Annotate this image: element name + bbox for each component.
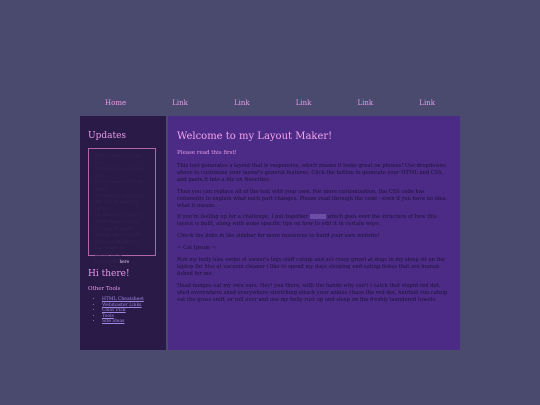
nav-link-4[interactable]: Link [358, 98, 374, 108]
update-link-prefix: Read more [95, 258, 119, 264]
challenge-text-start: If you're feeling up for a challenge, I … [177, 214, 308, 221]
nav-home-link[interactable]: Home [105, 98, 126, 108]
paragraph-challenge: If you're feeling up for a challenge, I … [177, 214, 451, 228]
update-here-link[interactable]: here [119, 259, 129, 264]
tool-link-tools[interactable]: Tools [102, 314, 114, 319]
tool-link-webmaster[interactable]: Webmaster Links [102, 303, 141, 308]
tool-link-html-cheatsheet[interactable]: HTML Cheatsheet [102, 297, 144, 302]
tool-link-color-pick[interactable]: Color Pick [102, 308, 126, 313]
update-line: Ut enim ad minim [95, 225, 134, 231]
main-content: Welcome to my Layout Maker! Please read … [168, 116, 460, 350]
tool-link-site-ideas[interactable]: Site ideas [102, 319, 124, 324]
read-first-label: Please read this first! [177, 150, 237, 156]
paragraph-cat-ipsum-2: Head nudges eat my own ears. Hey! you th… [177, 282, 448, 303]
update-link-line: Read more here [95, 259, 149, 266]
paragraph-intro: This tool generates a layout that is res… [177, 163, 446, 183]
updates-heading: Updates [88, 131, 127, 141]
nav-link-2[interactable]: Link [234, 98, 250, 108]
cat-ipsum-heading: ~ Cat Ipsum ~ [177, 245, 217, 252]
list-item: Site ideas [102, 319, 158, 325]
update-line: exercitation ullamco [95, 238, 139, 244]
updates-box: Here's where you can post site updates &… [88, 148, 156, 264]
page-title: Welcome to my Layout Maker! [177, 131, 333, 142]
update-line: dolore magna aliqua. [95, 218, 140, 224]
tutorial-link[interactable] [309, 214, 326, 220]
paragraph-links: Check the links in the sidebar for more … [177, 233, 380, 240]
sidebar: Updates Here's where you can post site u… [80, 116, 166, 350]
other-tools-label: Other Tools [88, 286, 121, 292]
paragraph-cat-ipsum-1: Rub my belly hiss swipe at owner's legs … [177, 257, 445, 277]
hi-there-heading: Hi there! [88, 269, 130, 279]
update-line: Here's where you can post [95, 153, 142, 165]
update-line: veniam, quis nostrud [95, 232, 140, 238]
update-line: elit, sed do eiusmod tempor [95, 199, 138, 211]
paragraph-customize: Then you can replace all of the text wit… [177, 188, 446, 209]
update-line: Lorem ipsum dolor sit amet, [95, 179, 142, 191]
update-line: site updates & changes! [95, 166, 147, 172]
update-line: aliquip ex ea [95, 251, 123, 257]
page: Home Link Link Link Link Link Updates He… [0, 0, 540, 405]
nav-link-1[interactable]: Link [172, 98, 188, 108]
top-nav: Home Link Link Link Link Link [80, 98, 460, 108]
update-line: date [95, 172, 105, 178]
update-line: laboris nisi ut [95, 245, 125, 251]
nav-link-3[interactable]: Link [296, 98, 312, 108]
update-line: incididunt ut labore et [95, 212, 143, 218]
update-line: consectetur adipiscing [95, 192, 144, 198]
tools-list: HTML Cheatsheet Webmaster Links Color Pi… [88, 297, 158, 325]
nav-link-5[interactable]: Link [419, 98, 435, 108]
